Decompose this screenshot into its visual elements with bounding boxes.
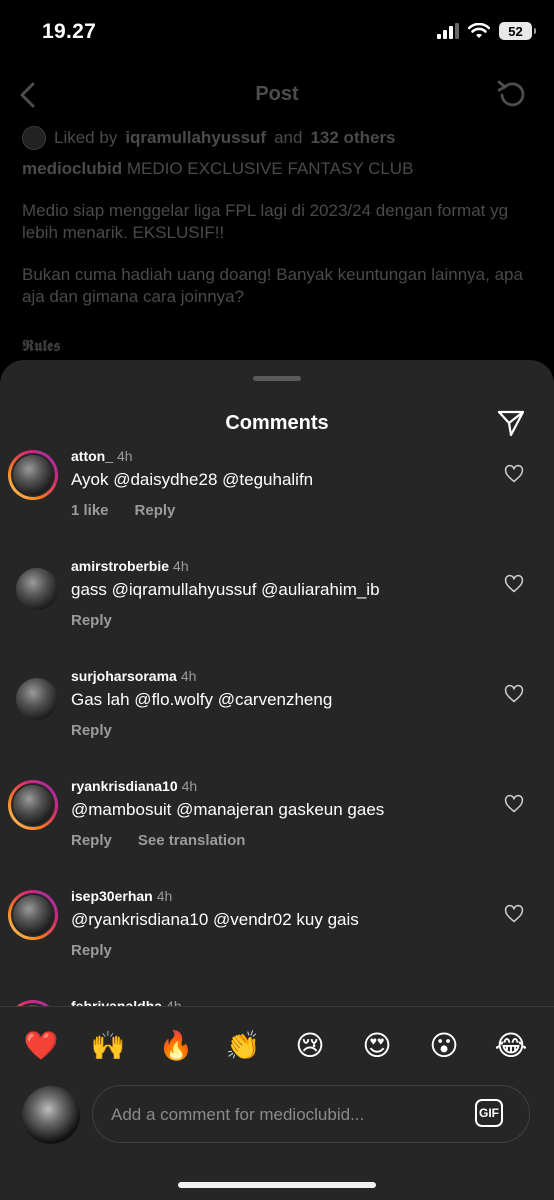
comment-item: ryankrisdiana10 4h @mambosuit @manajeran … [0,778,554,890]
comment-time: 4h [180,668,197,684]
home-indicator[interactable] [178,1182,376,1188]
comment-text: @mambosuit @manajeran gaskeun gaes [71,800,385,819]
post-caption: medioclubid MEDIO EXCLUSIVE FANTASY CLUB… [22,158,532,308]
liked-by-user[interactable]: iqramullahyussuf [125,127,266,149]
comments-list[interactable]: atton_ 4h Ayok @daisydhe28 @teguhalifn 1 … [0,446,554,1006]
page-title: Post [255,83,299,105]
post-caption-area: Liked by iqramullahyussuf and 132 others… [22,124,532,308]
avatar[interactable] [8,560,58,610]
comment-username[interactable]: atton_ 4h [71,448,133,464]
comments-title: Comments [225,412,329,434]
heart-icon[interactable] [504,684,524,704]
avatar[interactable] [8,890,58,940]
comment-actions: Reply See translation [71,832,245,849]
heart-icon[interactable] [504,464,524,484]
comment-text: Gas lah @flo.wolfy @carvenzheng [71,690,333,709]
caption-paragraph-1: Medio siap menggelar liga FPL lagi di 20… [22,201,509,242]
comment-item: amirstroberbie 4h gass @iqramullahyussuf … [0,558,554,670]
emoji-fire[interactable]: 🔥 [156,1026,196,1066]
comment-input[interactable] [109,1101,453,1129]
emoji-raised-hands[interactable]: 🙌 [88,1026,128,1066]
emoji-bar: ❤️ 🙌 🔥 👏 😢 😍 😮 😂 [0,1026,554,1070]
comment-username[interactable]: isep30erhan 4h [71,888,172,904]
liked-by-others[interactable]: 132 others [310,127,395,149]
refresh-icon[interactable] [496,78,528,110]
comment-input-container: GIF [92,1085,530,1143]
signal-icon [437,23,459,39]
liked-by-row[interactable]: Liked by iqramullahyussuf and 132 others [22,124,532,152]
sheet-drag-handle[interactable] [253,376,301,381]
comment-text: Ayok @daisydhe28 @teguhalifn [71,470,314,489]
gif-button[interactable]: GIF [475,1099,503,1127]
comment-actions: 1 like Reply [71,502,175,519]
avatar[interactable] [8,780,58,830]
comment-item: atton_ 4h Ayok @daisydhe28 @teguhalifn 1 … [0,448,554,560]
reply-button[interactable]: Reply [71,722,112,739]
caption-rules-heading: 𝕽𝖚𝖑𝖊𝖘 [22,336,61,355]
comment-text: @ryankrisdiana10 @vendr02 kuy gais [71,910,359,929]
battery-icon: 52 [499,22,536,40]
status-icons: 52 [437,22,536,40]
comment-text: gass @iqramullahyussuf @auliarahim_ib [71,580,380,599]
comment-item: surjoharsorama 4h Gas lah @flo.wolfy @car… [0,668,554,780]
emoji-surprised[interactable]: 😮 [424,1026,464,1066]
emoji-heart-eyes[interactable]: 😍 [357,1026,397,1066]
comment-like-count[interactable]: 1 like [71,502,109,519]
status-bar: 19.27 52 [0,0,554,64]
comment-time: 4h [117,448,133,464]
comment-username[interactable]: febriyanaldha 4h [71,998,182,1006]
avatar[interactable] [8,670,58,720]
avatar [22,1086,80,1144]
reply-button[interactable]: Reply [135,502,176,519]
emoji-heart[interactable]: ❤️ [21,1026,61,1066]
emoji-crying[interactable]: 😢 [290,1026,330,1066]
top-nav: Post [0,70,554,120]
heart-icon[interactable] [504,794,524,814]
divider [0,1006,554,1007]
comment-time: 4h [156,888,173,904]
liked-by-avatar [22,126,46,150]
caption-paragraph-2: Bukan cuma hadiah uang doang! Banyak keu… [22,265,523,306]
comment-username[interactable]: ryankrisdiana10 4h [71,778,197,794]
reply-button[interactable]: Reply [71,942,112,959]
avatar[interactable] [8,450,58,500]
liked-by-and: and [274,128,303,147]
post-author[interactable]: medioclubid [22,159,122,178]
comment-actions: Reply [71,722,112,739]
reply-button[interactable]: Reply [71,832,112,849]
comment-username[interactable]: amirstroberbie 4h [71,558,189,574]
liked-by-prefix: Liked by [54,128,118,147]
comment-item: isep30erhan 4h @ryankrisdiana10 @vendr02 … [0,888,554,1000]
reply-button[interactable]: Reply [71,612,112,629]
wifi-icon [468,23,490,38]
heart-icon[interactable] [504,904,524,924]
comment-time: 4h [173,558,189,574]
comments-sheet: Comments atton_ 4h Ayok @daisydhe28 @tegu… [0,360,554,1200]
comment-actions: Reply [71,942,112,959]
comment-time: 4h [181,778,198,794]
see-translation-button[interactable]: See translation [138,832,246,849]
caption-line-1: MEDIO EXCLUSIVE FANTASY CLUB [126,159,414,178]
emoji-clap[interactable]: 👏 [223,1026,263,1066]
emoji-laughing[interactable]: 😂 [491,1026,531,1066]
comment-time: 4h [166,998,182,1006]
share-icon[interactable] [496,408,526,438]
heart-icon[interactable] [504,574,524,594]
status-time: 19.27 [42,20,97,43]
comment-username[interactable]: surjoharsorama 4h [71,668,196,684]
comment-actions: Reply [71,612,112,629]
